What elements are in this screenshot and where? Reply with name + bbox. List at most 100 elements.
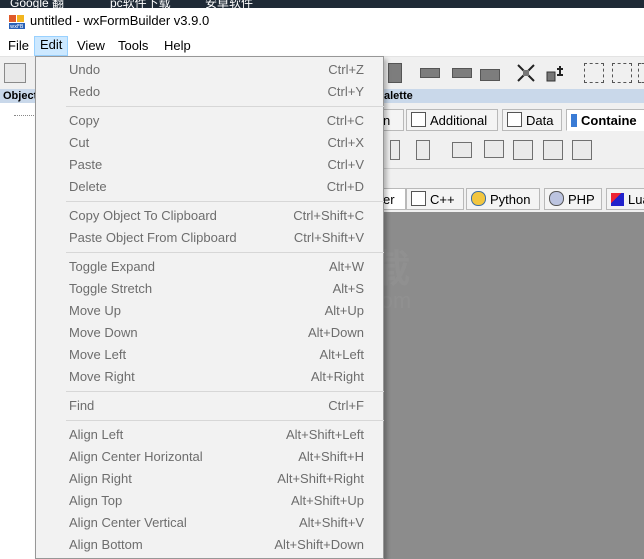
menu-item-shortcut: Alt+Left [319,347,364,362]
menu-separator [66,420,384,421]
align-bottom-icon[interactable] [480,69,500,81]
menu-help[interactable]: Help [159,37,196,55]
designer-tabs: er C++ Python PHP Lua [378,186,644,212]
menu-file[interactable]: File [3,37,34,55]
tab-python[interactable]: Python [466,188,540,210]
menu-view[interactable]: View [72,37,110,55]
tab-label: Additional [430,113,488,128]
menu-item-copy[interactable]: Copy Ctrl+C [36,110,383,132]
menu-item-align-left[interactable]: Align Left Alt+Shift+Left [36,424,383,446]
menu-item-shortcut: Ctrl+V [327,157,364,172]
menu-item-shortcut: Ctrl+X [327,135,364,150]
tab-label: n [383,113,391,128]
tab-php[interactable]: PHP [544,188,602,210]
menu-item-label: Redo [69,84,101,99]
menu-item-align-top[interactable]: Align Top Alt+Shift+Up [36,490,383,512]
cpp-icon [411,191,426,206]
menu-item-copy-object-to-clipboard[interactable]: Copy Object To Clipboard Ctrl+Shift+C [36,205,383,227]
containers-icon [571,114,577,127]
menu-item-label: Align Right [69,471,132,486]
taskbar-item[interactable]: Google 翻 [10,0,64,8]
lua-icon [611,193,624,206]
palette-item-icon[interactable] [416,140,430,160]
menu-item-label: Move Right [69,369,135,384]
align-top-icon[interactable] [420,68,440,78]
menu-item-align-right[interactable]: Align Right Alt+Shift+Right [36,468,383,490]
border-top-icon[interactable] [638,63,644,83]
taskbar-item[interactable]: pc软件下载 [110,0,171,8]
menu-item-delete[interactable]: Delete Ctrl+D [36,176,383,198]
menu-separator [66,391,384,392]
menu-item-shortcut: Alt+Shift+H [298,449,364,464]
menu-item-move-down[interactable]: Move Down Alt+Down [36,322,383,344]
object-tree-panel[interactable] [0,103,36,559]
menu-item-shortcut: Alt+Right [310,369,364,384]
menu-item-move-right[interactable]: Move Right Alt+Right [36,366,383,388]
menu-item-label: Align Bottom [69,537,143,552]
tab-containers[interactable]: Containe [566,109,644,131]
tab-lua[interactable]: Lua [606,188,644,210]
stretch-icon[interactable] [545,63,565,83]
menu-item-shortcut: Ctrl+Shift+C [293,208,364,223]
border-left-icon[interactable] [584,63,604,83]
menu-item-align-center-vertical[interactable]: Align Center Vertical Alt+Shift+V [36,512,383,534]
php-icon [549,191,564,206]
tab-label: Lua [628,192,644,207]
menu-item-redo[interactable]: Redo Ctrl+Y [36,81,383,103]
menu-item-label: Toggle Expand [69,259,156,274]
palette-item-icon[interactable] [484,140,504,158]
svg-text:wxFB: wxFB [10,24,24,30]
menu-item-undo[interactable]: Undo Ctrl+Z [36,59,383,81]
tab-cpp[interactable]: C++ [406,188,464,210]
menu-item-toggle-stretch[interactable]: Toggle Stretch Alt+S [36,278,383,300]
menu-item-shortcut: Alt+Shift+Right [277,471,364,486]
tab-label: Data [526,113,554,128]
palette-item-icon[interactable] [390,140,400,160]
menu-tools[interactable]: Tools [113,37,153,55]
menu-item-label: Undo [69,62,101,77]
menu-item-find[interactable]: Find Ctrl+F [36,395,383,417]
additional-icon [411,112,426,127]
expand-icon[interactable] [516,63,536,83]
menu-item-align-center-horizontal[interactable]: Align Center Horizontal Alt+Shift+H [36,446,383,468]
menu-item-label: Copy [69,113,100,128]
menu-separator [66,201,384,202]
tab-label: PHP [568,192,595,207]
tab-label: C++ [430,192,455,207]
tab-label: er [383,192,395,207]
menu-item-paste-object-from-clipboard[interactable]: Paste Object From Clipboard Ctrl+Shift+V [36,227,383,249]
window-title: untitled - wxFormBuilder v3.9.0 [30,13,210,28]
new-project-icon[interactable] [4,63,26,83]
menu-item-shortcut: Alt+W [328,259,364,274]
menu-item-paste[interactable]: Paste Ctrl+V [36,154,383,176]
menu-item-label: Toggle Stretch [69,281,153,296]
menu-item-label: Align Left [69,427,124,442]
toolbar-btn-icon[interactable] [388,63,402,83]
menu-item-move-up[interactable]: Move Up Alt+Up [36,300,383,322]
tab-label: Python [490,192,531,207]
palette-item-icon[interactable] [452,142,472,158]
menu-item-label: Find [69,398,95,413]
palette-item-icon[interactable] [543,140,563,160]
menu-item-label: Move Left [69,347,127,362]
menu-item-label: Align Center Horizontal [69,449,203,464]
border-right-icon[interactable] [612,63,632,83]
menu-bar: File Edit View Tools Help [0,34,644,57]
menu-item-shortcut: Alt+Shift+Up [291,493,364,508]
menu-item-shortcut: Alt+Shift+V [298,515,364,530]
menu-separator [66,106,384,107]
palette-item-icon[interactable] [572,140,592,160]
menu-item-label: Move Down [69,325,138,340]
menu-item-align-bottom[interactable]: Align Bottom Alt+Shift+Down [36,534,383,556]
taskbar-item[interactable]: 安卓软件 [205,0,253,8]
menu-item-cut[interactable]: Cut Ctrl+X [36,132,383,154]
menu-edit[interactable]: Edit [34,36,69,56]
tab-data[interactable]: Data [502,109,562,131]
edit-menu-dropdown: Undo Ctrl+Z Redo Ctrl+Y Copy Ctrl+C Cut Ctrl+X P… [35,56,384,559]
menu-item-move-left[interactable]: Move Left Alt+Left [36,344,383,366]
menu-item-toggle-expand[interactable]: Toggle Expand Alt+W [36,256,383,278]
palette-icon-row [384,134,644,169]
tab-additional[interactable]: Additional [406,109,498,131]
palette-item-icon[interactable] [513,140,533,160]
align-center-icon[interactable] [452,68,472,78]
